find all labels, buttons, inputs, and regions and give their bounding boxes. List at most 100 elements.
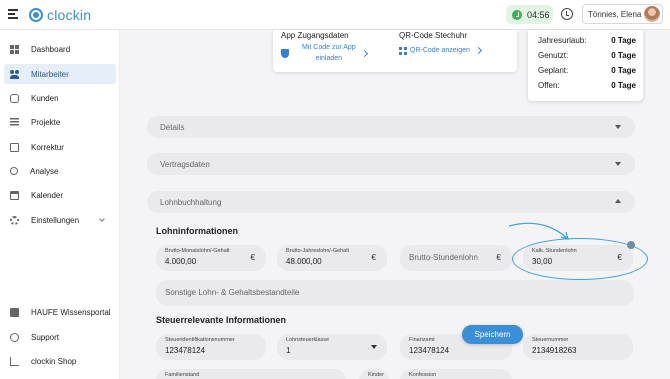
sidebar-item-support[interactable]: Support <box>4 327 116 347</box>
main-content: App Zugangsdaten Mit Code zur App einlad… <box>121 30 670 379</box>
sidebar-item-einstellungen[interactable]: Einstellungen <box>4 210 116 230</box>
field-value: 123478124 <box>165 346 206 355</box>
book-icon <box>10 307 19 317</box>
field-label: Familienstand <box>165 372 200 378</box>
vacation-row: Offen: 0 Tage <box>538 81 636 90</box>
sidebar-item-shop[interactable]: clockin Shop <box>4 351 116 371</box>
qr-show-link[interactable]: QR-Code anzeigen <box>399 45 482 56</box>
vacation-row: Jahresurlaub: 0 Tage <box>538 36 636 45</box>
steuer-heading: Steuerrelevante Informationen <box>156 315 287 325</box>
field-label: Konfession <box>409 372 437 378</box>
vacation-card: Jahresurlaub: 0 Tage Genutzt: 0 Tage Gep… <box>528 30 643 101</box>
sidebar-item-kunden[interactable]: Kunden <box>4 88 116 108</box>
caret-down-icon <box>615 125 621 129</box>
accordion-lohnbuchhaltung[interactable]: Lohnbuchhaltung <box>147 191 635 213</box>
caret-down-icon <box>615 162 621 166</box>
sidebar-item-label: clockin Shop <box>31 356 77 366</box>
clock-icon <box>512 9 522 20</box>
sidebar-item-mitarbeiter[interactable]: Mitarbeiter <box>4 64 116 84</box>
accordion-vertragsdaten[interactable]: Vertragsdaten <box>147 153 635 175</box>
info-icon[interactable] <box>627 241 635 249</box>
field-label: Steuernummer <box>532 337 569 343</box>
accordion-details[interactable]: Details <box>147 116 635 138</box>
qr-title: QR-Code Stechuhr <box>399 31 468 40</box>
tax-number-field[interactable]: Steuernummer 2134918263 <box>523 334 633 360</box>
sidebar-item-label: Projekte <box>31 117 61 127</box>
field-placeholder: Sonstige Lohn- & Gehaltsbestandteile <box>165 288 300 297</box>
euro-unit: € <box>496 253 501 262</box>
app-invite-line1: Mit Code zur App <box>302 44 356 51</box>
app-name: clockin <box>47 7 92 23</box>
user-menu[interactable]: Tönnies, Elena <box>582 4 663 24</box>
field-value: 2134918263 <box>532 346 577 355</box>
accordion-label: Lohnbuchhaltung <box>160 197 222 207</box>
time-tracking-button[interactable]: 04:56 <box>506 5 553 24</box>
analysis-icon <box>10 167 18 175</box>
projects-icon <box>10 117 19 127</box>
sidebar-item-analyse[interactable]: Analyse <box>4 161 116 181</box>
timer-value: 04:56 <box>527 9 550 20</box>
accordion-label: Details <box>160 122 185 132</box>
clockin-logo-icon <box>29 8 43 22</box>
vacation-label: Geplant: <box>538 66 569 75</box>
caret-down-icon <box>371 345 377 349</box>
field-value: 1 <box>286 346 291 355</box>
sidebar-item-label: Dashboard <box>31 44 71 54</box>
sidebar-item-haufe[interactable]: HAUFE Wissensportal <box>4 302 116 322</box>
field-value: 48.000,00 <box>286 257 322 266</box>
app-invite-line2: einladen <box>315 55 343 62</box>
chevron-right-icon <box>474 46 482 55</box>
sidebar-item-dashboard[interactable]: Dashboard <box>4 39 116 59</box>
vacation-value: 0 Tage <box>611 66 636 75</box>
sidebar-item-projekte[interactable]: Projekte <box>4 112 116 132</box>
hourly-wage-field[interactable]: Brutto-Stundenlohn € <box>400 245 512 271</box>
field-label: Kalk. Stundenlohn <box>532 248 577 254</box>
sidebar-item-label: Kalender <box>31 190 64 200</box>
qr-section: QR-Code Stechuhr QR-Code anzeigen <box>399 31 482 56</box>
monthly-wage-field[interactable]: Brutto-Monatslohn/-Gehalt 4.000,00 € <box>156 245 266 271</box>
sidebar-item-korrektur[interactable]: Korrektur <box>4 137 116 157</box>
field-label: Brutto-Monatslohn/-Gehalt <box>165 248 230 254</box>
qr-link-label: QR-Code anzeigen <box>410 47 470 54</box>
sidebar-item-label: Analyse <box>30 166 59 176</box>
collapse-menu-icon[interactable] <box>8 9 18 19</box>
chevron-down-icon <box>99 216 105 222</box>
app-logo[interactable]: clockin <box>29 6 91 24</box>
help-icon <box>10 332 19 342</box>
calendar-icon <box>10 190 19 200</box>
children-field[interactable]: Kinder <box>359 369 389 379</box>
euro-unit: € <box>617 253 622 262</box>
field-label: Kinder <box>368 372 384 378</box>
save-button[interactable]: Speichern <box>462 325 523 344</box>
vacation-row: Geplant: 0 Tage <box>538 66 636 75</box>
other-wage-components-field[interactable]: Sonstige Lohn- & Gehaltsbestandteile <box>156 280 634 306</box>
app-access-title: App Zugangsdaten <box>281 31 349 40</box>
marital-status-field[interactable]: Familienstand <box>156 369 346 379</box>
confession-field[interactable]: Konfession <box>400 369 512 379</box>
field-label: Lohnsteuerklasse <box>286 337 330 343</box>
shield-icon <box>281 48 289 58</box>
edit-icon <box>10 142 19 152</box>
vacation-value: 0 Tage <box>611 51 636 60</box>
chevron-right-icon <box>360 49 368 57</box>
yearly-wage-field[interactable]: Brutto-Jahreslohn/-Gehalt 48.000,00 € <box>277 245 387 271</box>
accordion-label: Vertragsdaten <box>160 159 210 169</box>
tax-class-select[interactable]: Lohnsteuerklasse 1 <box>277 334 387 360</box>
calc-hourly-wage-field: Kalk. Stundenlohn 30,00 € <box>523 241 635 271</box>
history-icon[interactable] <box>561 8 573 20</box>
caret-up-icon <box>615 199 621 203</box>
tax-id-field[interactable]: Steueridentifikationsnummer 123478124 <box>156 334 266 360</box>
sidebar-item-label: Mitarbeiter <box>31 69 69 79</box>
app-invite-link[interactable]: Mit Code zur App einladen <box>281 42 368 64</box>
qr-code-icon <box>399 46 407 55</box>
annotation-arrow-icon <box>508 222 569 240</box>
sidebar-item-label: Einstellungen <box>31 215 80 225</box>
field-placeholder: Brutto-Stundenlohn <box>409 253 478 262</box>
lohn-heading: Lohninformationen <box>156 226 238 236</box>
app-access-section: App Zugangsdaten Mit Code zur App einlad… <box>281 31 368 64</box>
sidebar-item-kalender[interactable]: Kalender <box>4 185 116 205</box>
vacation-row: Genutzt: 0 Tage <box>538 51 636 60</box>
sidebar-item-label: HAUFE Wissensportal <box>31 307 111 317</box>
field-label: Steueridentifikationsnummer <box>165 337 235 343</box>
handshake-icon <box>10 93 19 103</box>
